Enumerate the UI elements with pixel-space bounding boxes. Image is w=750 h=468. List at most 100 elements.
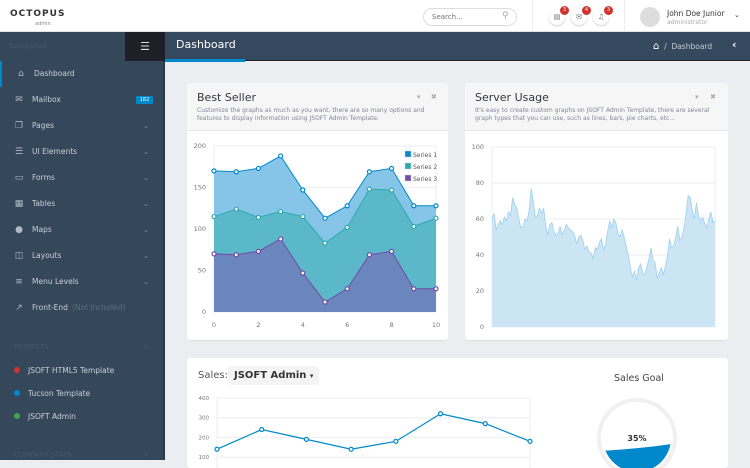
search-icon[interactable]: ⚲ [502,11,509,21]
data-point [259,426,265,433]
data-point [300,270,306,276]
data-point [344,224,350,230]
home-icon: ⌂ [18,69,24,79]
sidebar-item-mailbox[interactable]: ✉ Mailbox 182 [0,87,163,113]
map-marker-icon: ● [15,225,23,235]
data-point [437,411,444,417]
x-tick-label: 0 [212,321,216,329]
data-point [303,436,310,442]
breadcrumb-item[interactable]: Dashboard [671,42,712,51]
sidebar-item-note: (Not Included) [71,303,126,312]
chevron-left-icon[interactable]: ‹ [732,38,737,51]
data-point [366,169,372,175]
data-point [411,203,417,209]
project-item[interactable]: JSOFT Admin [14,412,76,421]
sidebar-item-maps[interactable]: ● Maps ⌄ [0,217,163,243]
sidebar-item-label: Front-End (Not Included) [32,303,126,312]
sidebar-toggle-button[interactable]: ☰ [125,32,165,61]
chevron-down-icon: ⌄ [143,174,149,182]
data-point [433,286,439,292]
sidebar-item-tables[interactable]: ▦ Tables ⌄ [0,191,163,217]
collapse-icon[interactable]: × [143,451,149,459]
project-dot [14,367,20,373]
sales-line [216,413,531,450]
data-point [255,165,262,172]
page-title: Dashboard [176,38,236,51]
data-point [433,215,439,221]
sidebar-item-label: Maps [32,225,52,234]
chevron-down-icon: ⌄ [143,200,149,208]
tasks-button[interactable]: ▤ 3 [549,6,569,25]
data-point [344,286,350,292]
sidebar-item-front-end[interactable]: ↗ Front-End (Not Included) [0,295,163,321]
list-alt-icon: ▭ [14,173,24,183]
sidebar-item-ui-elements[interactable]: ☰ UI Elements ⌄ [0,139,163,165]
sidebar-item-layouts[interactable]: ◫ Layouts ⌄ [0,243,163,269]
envelope-icon: ✉ [576,13,582,21]
table-icon: ▦ [14,199,24,209]
data-point [233,206,239,212]
y-tick-label: 100 [472,143,484,151]
project-item[interactable]: Tucson Template [14,389,90,398]
sidebar-item-dashboard[interactable]: ⌂ Dashboard [0,61,163,87]
divider [532,0,533,32]
data-point [411,223,417,230]
project-item[interactable]: JSOFT HTML5 Template [14,366,114,375]
y-tick-label: 400 [199,396,210,402]
x-tick-label: 6 [345,321,349,329]
alerts-button[interactable]: ♫ 3 [593,6,613,25]
y-tick-label: 0 [480,323,484,331]
sidebar: Navigation ⌂ Dashboard ✉ Mailbox 182 ❐ Pages ⌄ ☰… [0,32,165,460]
sales-goal-value: 35% [627,434,646,443]
sidebar-item-label: Forms [32,173,55,182]
collapse-icon[interactable]: × [143,343,149,351]
server-usage-chart: 0 20 40 60 80 100 [472,143,716,331]
breadcrumb: ⌂ / Dashboard [653,41,713,52]
divider [624,0,625,32]
chevron-down-icon: ⌄ [143,148,149,156]
x-tick-label: 2 [256,321,260,329]
data-point [482,421,488,427]
messages-button[interactable]: ✉ 4 [571,6,591,25]
logo[interactable]: OCTOPUS [10,9,65,19]
sidebar-item-pages[interactable]: ❐ Pages ⌄ [0,113,163,139]
notification-badge: 3 [604,6,613,15]
data-point [255,248,262,255]
y-tick-label: 100 [194,225,206,233]
logo-subtitle: admin [35,21,51,27]
data-point [433,203,439,209]
data-point [389,248,395,255]
sidebar-item-label: Layouts [32,251,62,260]
chevron-down-icon[interactable]: ⌄ [734,11,740,19]
mail-count-badge: 182 [136,96,153,104]
sidebar-item-menu-levels[interactable]: ≡ Menu Levels ⌄ [0,269,163,295]
sidebar-item-label: UI Elements [32,147,78,156]
usage-area [492,188,715,327]
data-point [277,153,284,159]
top-header: OCTOPUS admin ⚲ ▤3 ✉4 ♫3 John Doe Junior… [0,0,750,32]
y-tick-label: 150 [194,184,206,192]
x-tick-label: 10 [432,321,440,329]
sidebar-item-label: Dashboard [34,69,75,78]
user-name[interactable]: John Doe Junior [667,9,725,18]
data-point [344,203,350,209]
title-underline [165,59,245,62]
chevron-down-icon: ⌄ [143,252,149,260]
data-point [211,213,217,220]
data-point [389,165,395,172]
data-point [233,169,239,175]
y-tick-label: 200 [194,142,206,150]
projects-heading: PROJECTS [14,343,49,351]
home-icon[interactable]: ⌂ [653,41,659,52]
bell-icon: ♫ [597,13,605,21]
data-point [211,168,217,174]
sales-panel: Sales: JSOFT Admin ▾ 100 200 300 400 35% Sal… [187,358,728,468]
data-point [322,299,328,305]
sidebar-item-forms[interactable]: ▭ Forms ⌄ [0,165,163,191]
company-stats-heading: COMPANY STATS [14,451,72,459]
server-usage-panel: Server Usage It's easy to create custom … [465,83,728,340]
data-point [366,252,372,258]
best-seller-panel: Best Seller Customize the graphs as much… [187,83,448,340]
sidebar-item-label: Pages [32,121,55,130]
avatar[interactable] [640,7,660,27]
